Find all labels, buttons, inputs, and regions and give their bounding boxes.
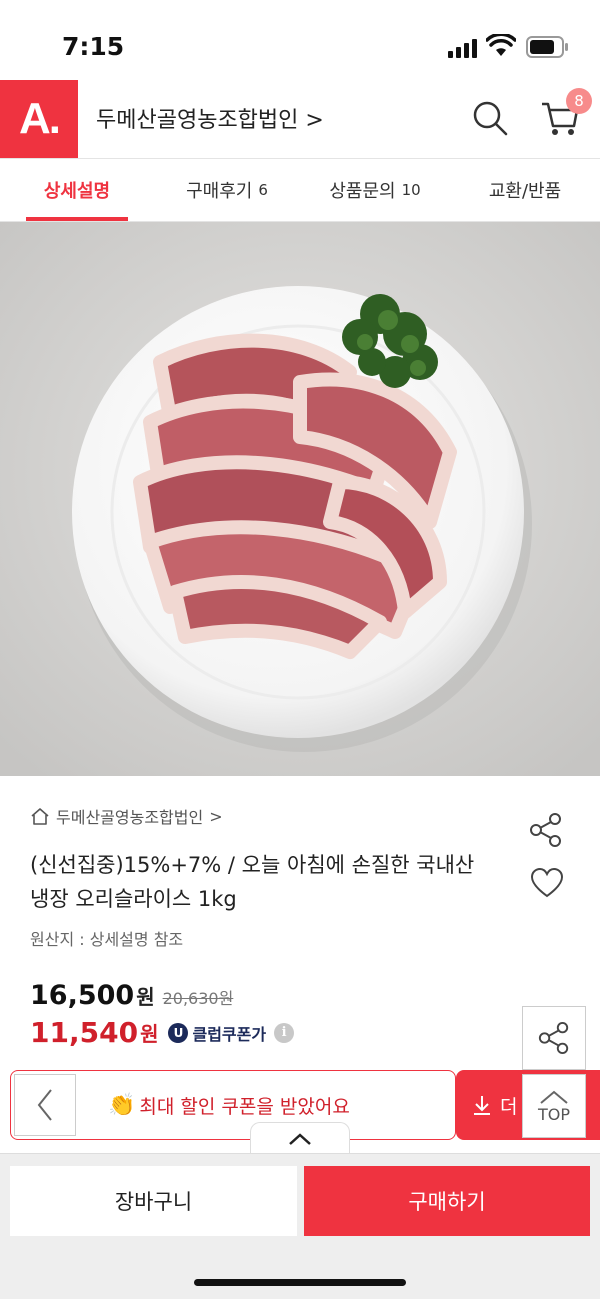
home-indicator bbox=[194, 1279, 406, 1286]
scroll-top-button[interactable]: TOP bbox=[522, 1074, 586, 1138]
tab-detail[interactable]: 상세설명 bbox=[0, 159, 154, 221]
chevron-right-icon: > bbox=[209, 806, 223, 826]
signal-icon bbox=[448, 39, 477, 58]
price-unit: 원 bbox=[136, 985, 155, 1009]
store-title-link[interactable]: 두메산골영농조합법인 > bbox=[96, 102, 324, 134]
duck-slices-photo bbox=[0, 222, 600, 776]
add-to-cart-button[interactable]: 장바구니 bbox=[10, 1166, 297, 1236]
clap-icon: 👏 bbox=[108, 1093, 136, 1118]
tab-reviews[interactable]: 구매후기 6 bbox=[154, 159, 300, 221]
share-icon[interactable] bbox=[528, 812, 564, 848]
bottom-action-bar: 장바구니 구매하기 bbox=[0, 1153, 600, 1299]
download-label: 더 bbox=[500, 1095, 518, 1118]
coupon-message-text: 최대 할인 쿠폰을 받았어요 bbox=[139, 1096, 350, 1118]
heart-icon[interactable] bbox=[530, 868, 564, 898]
sale-price-row: 11,540 원 U 클럽쿠폰가 i bbox=[30, 1016, 295, 1049]
buy-now-button[interactable]: 구매하기 bbox=[304, 1166, 590, 1236]
club-coupon-badge: U bbox=[168, 1022, 189, 1043]
download-icon bbox=[474, 1096, 490, 1115]
coupon-message: 👏 최대 할인 쿠폰을 받았어요 bbox=[108, 1092, 350, 1119]
tab-count: 6 bbox=[258, 181, 268, 199]
chevron-up-icon bbox=[289, 1132, 311, 1145]
sale-price: 11,540 bbox=[30, 1016, 139, 1049]
brand-link[interactable]: 두메산골영농조합법인 > bbox=[30, 804, 223, 828]
brand-name: 두메산골영농조합법인 bbox=[56, 808, 204, 827]
battery-icon bbox=[526, 36, 568, 58]
app-header: A. 두메산골영농조합법인 > bbox=[0, 80, 600, 158]
sale-price-unit: 원 bbox=[140, 1022, 159, 1046]
store-name: 두메산골영농조합법인 bbox=[96, 108, 299, 133]
search-icon[interactable] bbox=[472, 100, 508, 136]
chevron-up-icon bbox=[540, 1090, 568, 1104]
app-logo[interactable]: A. bbox=[0, 80, 78, 158]
product-tabs: 상세설명 구매후기 6 상품문의 10 교환/반품 bbox=[0, 158, 600, 222]
active-tab-indicator bbox=[26, 217, 128, 221]
tab-label: 교환/반품 bbox=[488, 181, 562, 202]
info-icon[interactable]: i bbox=[274, 1022, 295, 1043]
product-image[interactable] bbox=[0, 222, 600, 776]
price-row: 16,500 원 20,630원 bbox=[30, 980, 233, 1011]
floating-share-button[interactable] bbox=[522, 1006, 586, 1070]
status-time: 7:15 bbox=[62, 32, 125, 61]
tab-exchange[interactable]: 교환/반품 bbox=[450, 159, 600, 221]
back-button[interactable] bbox=[14, 1074, 76, 1136]
cart-count-badge: 8 bbox=[566, 88, 592, 114]
home-icon bbox=[31, 808, 49, 825]
club-coupon-label: 클럽쿠폰가 bbox=[192, 1024, 267, 1044]
status-bar: 7:15 bbox=[0, 0, 600, 80]
expand-handle[interactable] bbox=[250, 1122, 350, 1154]
top-label: TOP bbox=[537, 1104, 570, 1124]
product-title: (신선집중)15%+7% / 오늘 아침에 손질한 국내산 냉장 오리슬라이스 … bbox=[30, 853, 475, 911]
tab-label: 상품문의 bbox=[329, 181, 396, 202]
tab-label: 구매후기 bbox=[186, 181, 253, 202]
share-icon bbox=[538, 1021, 569, 1055]
product-origin: 원산지 : 상세설명 참조 bbox=[30, 930, 184, 949]
price: 16,500 bbox=[30, 980, 135, 1011]
wifi-icon bbox=[486, 34, 516, 56]
tab-label: 상세설명 bbox=[43, 181, 111, 202]
chevron-left-icon bbox=[37, 1089, 52, 1121]
tab-count: 10 bbox=[401, 181, 421, 199]
original-price: 20,630원 bbox=[162, 989, 234, 1008]
tab-qna[interactable]: 상품문의 10 bbox=[300, 159, 450, 221]
chevron-right-icon: > bbox=[305, 108, 324, 133]
